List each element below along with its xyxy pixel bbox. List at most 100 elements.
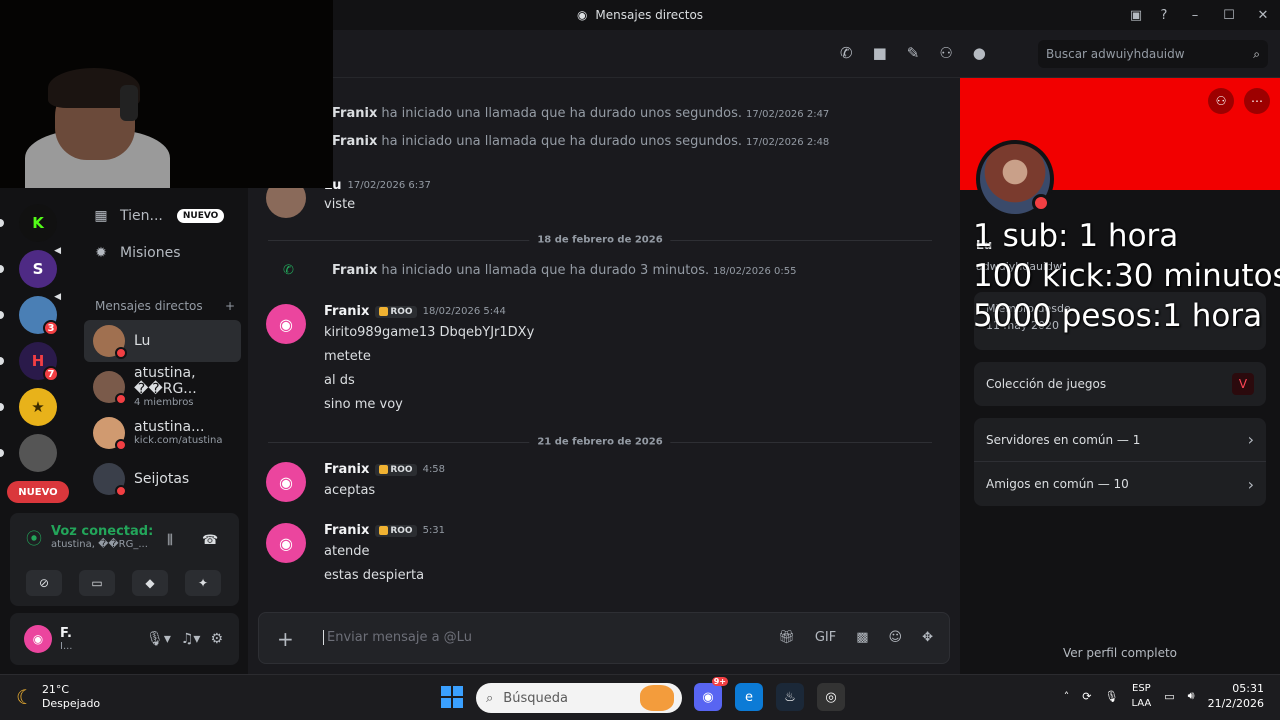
settings-icon[interactable]: ⚙	[210, 631, 223, 647]
shop-icon: ▦	[94, 208, 108, 224]
edge-icon[interactable]: e	[735, 683, 763, 711]
soundboard-icon[interactable]: ✦	[185, 570, 221, 596]
emoji-icon[interactable]: ☺	[889, 630, 903, 645]
voice-call-icon[interactable]: ✆	[840, 44, 853, 62]
mutual-friends[interactable]: Amigos en común — 10 ›	[974, 462, 1266, 506]
discord-icon: ◉	[576, 8, 588, 22]
avatar[interactable]: ◉	[266, 523, 306, 563]
guild-masked-server[interactable]	[19, 434, 57, 472]
guild-star-server[interactable]: ★	[19, 388, 57, 426]
maximize-button[interactable]: ☐	[1212, 8, 1246, 23]
new-button[interactable]: NUEVO	[7, 481, 69, 503]
discord-taskbar-icon[interactable]: ◉ 9+	[694, 677, 728, 711]
camera-off-icon[interactable]: ⊘	[26, 570, 62, 596]
system-message: Franix ha iniciado una llamada que ha dur…	[332, 263, 796, 278]
attach-icon[interactable]: +	[277, 627, 294, 651]
language-indicator[interactable]: ESP LAA	[1131, 681, 1151, 711]
unread-pill	[0, 311, 4, 319]
guild-user-server[interactable]: ◀ 3	[19, 292, 61, 336]
message-composer[interactable]: + Enviar mensaje a @Lu 🎁︎ GIF ▩ ☺ ✥	[258, 612, 950, 664]
profile-avatar[interactable]	[976, 140, 1054, 218]
nav-shop[interactable]: ▦ Tien... NUEVO	[92, 207, 225, 225]
add-dm-icon[interactable]: +	[225, 299, 235, 313]
sync-icon[interactable]: ⟳	[1082, 690, 1091, 703]
dm-item[interactable]: atustina, ��RG... 4 miembros	[84, 365, 241, 408]
taskbar-search[interactable]: ⌕ Búsqueda	[476, 683, 682, 713]
close-button[interactable]: ✕	[1246, 8, 1280, 23]
gif-icon[interactable]: GIF	[815, 630, 836, 645]
minimize-button[interactable]: –	[1178, 8, 1212, 23]
overlay-line: 1 sub: 1 hora	[973, 218, 1179, 254]
inbox-icon[interactable]: ▣	[1122, 8, 1150, 23]
view-full-profile-link[interactable]: Ver perfil completo	[960, 646, 1280, 660]
apps-icon[interactable]: ✥	[922, 630, 933, 645]
mutual-servers[interactable]: Servidores en común — 1 ›	[974, 418, 1266, 462]
mic-tray-icon[interactable]: 🎙︎	[1105, 690, 1119, 703]
avatar[interactable]: ◉	[266, 462, 306, 502]
noise-suppression-icon[interactable]: ⫼	[167, 533, 173, 548]
guild-tag[interactable]: ROO	[375, 305, 417, 318]
search-input[interactable]: Buscar adwuiyhdauidw ⌕	[1038, 40, 1268, 68]
add-friend-icon[interactable]: ⚇	[939, 44, 952, 62]
start-button[interactable]	[441, 686, 463, 708]
nav-quests[interactable]: ✹ Misiones	[92, 244, 180, 262]
avatar[interactable]: ◉	[266, 304, 306, 344]
taskbar-search-label: Búsqueda	[503, 690, 568, 706]
unread-pill	[0, 219, 4, 227]
game-collection[interactable]: Colección de juegos V	[974, 362, 1266, 406]
gift-icon[interactable]: 🎁︎	[778, 630, 795, 645]
user-avatar[interactable]: ◉	[24, 625, 52, 653]
guild-tag[interactable]: ROO	[375, 463, 417, 476]
moon-icon: ☾	[16, 685, 34, 709]
add-friend-icon[interactable]: ⚇	[1208, 88, 1234, 114]
volume-icon[interactable]: 🔊︎	[1188, 689, 1195, 703]
dm-item[interactable]: Seijotas	[84, 458, 241, 500]
steam-icon[interactable]: ♨	[776, 683, 804, 711]
date-label: 18 de febrero de 2026	[529, 234, 671, 246]
search-icon: ⌕	[1253, 46, 1260, 61]
voice-channel[interactable]: atustina, ��RG_...	[51, 539, 153, 550]
author[interactable]: Franix	[324, 462, 369, 477]
game-collection-label: Colección de juegos	[986, 377, 1107, 391]
guild-hachete-server[interactable]: H7	[19, 342, 59, 382]
dm-item[interactable]: Lu	[84, 320, 241, 362]
author[interactable]: Franix	[332, 134, 377, 149]
chevron-right-icon: ›	[1247, 474, 1254, 494]
headphones-icon[interactable]: ♫▾	[181, 631, 201, 647]
author[interactable]: Franix	[332, 106, 377, 121]
dm-item[interactable]: atustina... kick.com/atustina	[84, 412, 241, 454]
chevron-up-icon[interactable]: ˄	[1064, 690, 1070, 703]
dm-sidebar: ▦ Tien... NUEVO ✹ Misiones Mensajes dire…	[76, 188, 248, 513]
mention-badge: 3	[43, 320, 59, 336]
guild-tag-label: ROO	[390, 464, 413, 475]
status-dot	[115, 439, 127, 451]
activities-icon[interactable]: ◆	[132, 570, 168, 596]
speaker-icon: ◀	[54, 246, 61, 256]
clock-time: 05:31	[1232, 682, 1264, 695]
mutual-servers-label: Servidores en común — 1	[986, 432, 1141, 447]
author[interactable]: Franix	[324, 523, 369, 538]
network-icon[interactable]: ▭	[1164, 690, 1174, 703]
screen-share-icon[interactable]: ▭	[79, 570, 115, 596]
voice-status[interactable]: Voz conectad:	[51, 524, 153, 539]
guild-kick-server[interactable]: K	[19, 204, 57, 242]
message-text: atende	[324, 544, 370, 559]
guild-streamer-server[interactable]: S ◀	[19, 246, 61, 288]
profile-toggle-icon[interactable]: ●	[973, 44, 986, 62]
more-icon[interactable]: ⋯	[1244, 88, 1270, 114]
video-call-icon[interactable]: ■	[873, 44, 887, 62]
sticker-icon[interactable]: ▩	[856, 630, 868, 645]
disconnect-icon[interactable]: ☎	[202, 533, 218, 548]
composer-placeholder[interactable]: Enviar mensaje a @Lu	[323, 630, 472, 645]
unread-pill	[0, 265, 4, 273]
guild-tag[interactable]: ROO	[375, 524, 417, 537]
pin-icon[interactable]: ✎	[907, 44, 920, 62]
app-icon[interactable]: ◎	[817, 683, 845, 711]
clock[interactable]: 05:31 21/2/2026	[1208, 681, 1264, 711]
weather-widget[interactable]: ☾ 21°C Despejado	[16, 683, 100, 711]
author[interactable]: Franix	[324, 304, 369, 319]
microphone-icon[interactable]: 🎙︎▾	[146, 631, 171, 647]
clock-date: 21/2/2026	[1207, 697, 1264, 710]
help-icon[interactable]: ?	[1150, 8, 1178, 23]
author[interactable]: Franix	[332, 263, 377, 278]
